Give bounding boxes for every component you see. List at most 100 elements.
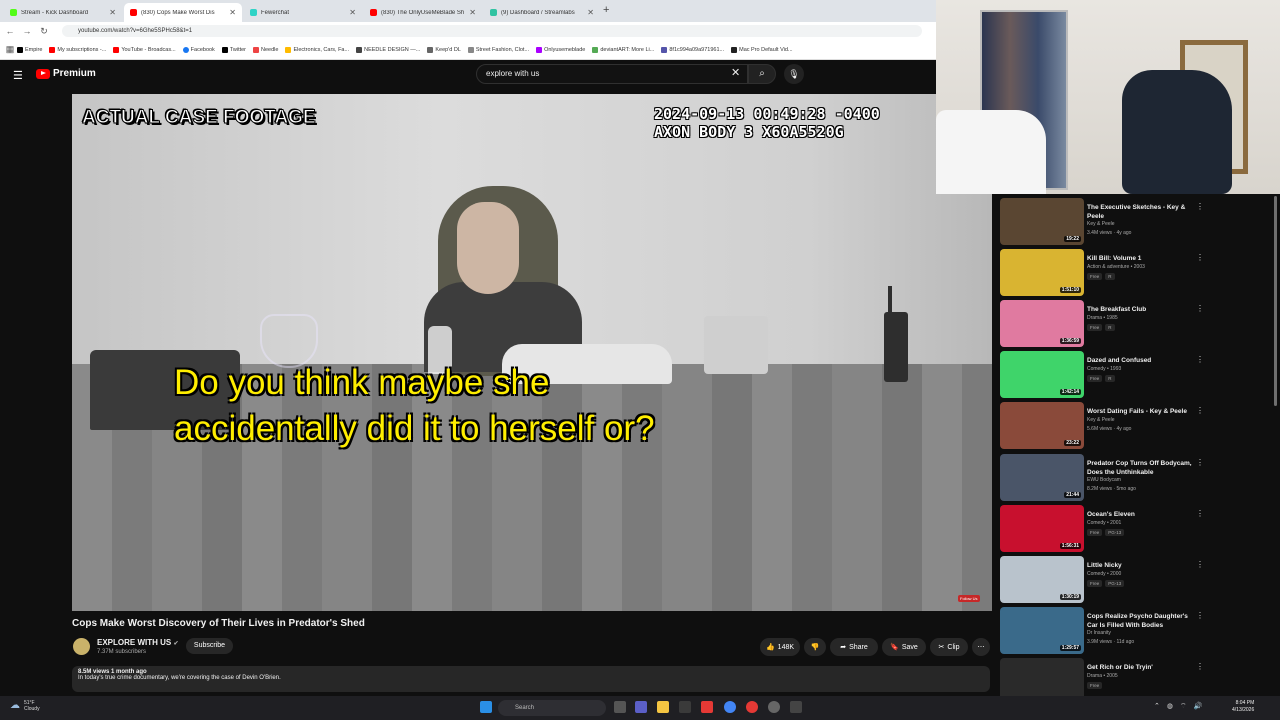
more-options-icon[interactable]: ⋮ <box>1196 509 1204 518</box>
store-icon[interactable] <box>679 701 691 713</box>
hamburger-menu-icon[interactable]: ☰ <box>13 69 23 82</box>
bookmark[interactable]: deviantART: More Li... <box>592 46 654 53</box>
video-player[interactable]: ACTUAL CASE FOOTAGE 2024-09-13 00:49:28 … <box>72 94 992 611</box>
bookmark[interactable]: Needle <box>253 46 278 53</box>
recommendation-stats: 5.6M views · 4y ago <box>1087 426 1132 432</box>
bookmark[interactable]: Empire <box>17 46 42 53</box>
recommendation-item[interactable]: 23:22 Worst Dating Fails - Key & Peele K… <box>1000 402 1270 452</box>
recommendation-title: Worst Dating Fails - Key & Peele <box>1087 408 1187 415</box>
thumbs-down-icon: 👎 <box>810 644 820 651</box>
rating-badge: R <box>1105 324 1115 331</box>
recommendation-item[interactable]: 1:36:59 The Breakfast Club Drama • 1985 … <box>1000 300 1270 350</box>
start-menu-icon[interactable] <box>480 701 492 713</box>
forward-icon[interactable]: → <box>20 26 34 36</box>
tab-fewerchat[interactable]: Fewerchat ✕ <box>244 3 362 22</box>
youtube-header: ☰ Premium explore with us ✕ ⌕ 🎙 <box>0 60 992 90</box>
close-icon[interactable]: ✕ <box>349 8 356 17</box>
bookmark[interactable]: Mac Pro Default Vid... <box>731 46 793 53</box>
recommendation-item[interactable]: 1:56:31 Ocean's Eleven Comedy • 2001 Fre… <box>1000 505 1270 555</box>
network-icon[interactable]: ◍ <box>1167 702 1173 711</box>
recommendation-item[interactable]: 1:42:14 Dazed and Confused Comedy • 1993… <box>1000 351 1270 401</box>
voice-search-button[interactable]: 🎙 <box>784 64 804 84</box>
bookmark[interactable]: Twitter <box>221 46 246 53</box>
clip-button[interactable]: ✂ Clip <box>930 638 968 656</box>
channel-avatar[interactable] <box>73 638 90 655</box>
wifi-icon[interactable]: ⌔ <box>1180 702 1187 711</box>
share-icon: ➦ <box>840 644 847 651</box>
app-icon[interactable] <box>790 701 802 713</box>
bookmark[interactable]: NEEDLE DESIGN —... <box>356 46 420 53</box>
youtube-play-icon <box>36 68 50 79</box>
close-icon[interactable]: ✕ <box>229 8 236 17</box>
bookmark[interactable]: Onlyusemeblade <box>536 46 585 53</box>
tab-youtube-video[interactable]: (830) Cops Make Worst Dis ✕ <box>124 3 242 22</box>
bookmark[interactable]: YouTube - Broadcas... <box>113 46 176 53</box>
subscribe-button[interactable]: Subscribe <box>186 638 233 654</box>
reload-icon[interactable]: ↻ <box>37 26 51 37</box>
more-options-icon[interactable]: ⋮ <box>1196 662 1204 671</box>
dislike-button[interactable]: 👎 <box>804 638 826 656</box>
more-options-icon[interactable]: ⋮ <box>1196 611 1204 620</box>
bookmark[interactable]: Facebook <box>182 46 215 53</box>
app-icon[interactable] <box>768 701 780 713</box>
more-options-icon[interactable]: ⋮ <box>1196 355 1204 364</box>
tab-kick-dashboard[interactable]: Stream - Kick Dashboard ✕ <box>4 3 122 22</box>
tab-streamlabs[interactable]: (9) Dashboard / Streamlabs ✕ <box>484 3 600 22</box>
webcam-bed <box>936 110 1046 194</box>
video-title: Cops Make Worst Discovery of Their Lives… <box>72 618 365 629</box>
more-options-icon[interactable]: ⋮ <box>1196 253 1204 262</box>
more-options-icon[interactable]: ⋮ <box>1196 458 1204 467</box>
more-options-icon[interactable]: ⋮ <box>1196 406 1204 415</box>
close-icon[interactable]: ✕ <box>587 8 594 17</box>
clear-search-icon[interactable]: ✕ <box>731 66 740 79</box>
channel-name[interactable]: EXPLORE WITH US ✔ <box>97 638 179 647</box>
webcam-overlay <box>936 0 1280 194</box>
url-field[interactable]: youtube.com/watch?v=6Ghe5SPHc58&t=1 <box>62 25 922 37</box>
taskbar-clock[interactable]: 8:04 PM 4/13/2026 <box>1232 700 1254 714</box>
description-box[interactable]: 8.5M views 1 month ago In today's true c… <box>72 666 990 692</box>
scrollbar-thumb[interactable] <box>1274 196 1277 406</box>
app-icon[interactable] <box>701 701 713 713</box>
close-icon[interactable]: ✕ <box>469 8 476 17</box>
task-view-icon[interactable] <box>614 701 626 713</box>
recommendation-item[interactable]: 1:29:57 Cops Realize Psycho Daughter's C… <box>1000 607 1270 657</box>
taskbar-search[interactable]: Search <box>498 700 606 716</box>
more-options-icon[interactable]: ⋮ <box>1196 202 1204 211</box>
tab-youtube-blade[interactable]: (830) The OnlyUseMeBlade Sh ✕ <box>364 3 482 22</box>
recommendation-title: The Executive Sketches - Key & Peele <box>1087 204 1186 220</box>
bookmark[interactable]: 8f1c994a09a971961... <box>661 46 724 53</box>
chrome-icon[interactable] <box>724 701 736 713</box>
recommendation-item[interactable]: 21:44 Predator Cop Turns Off Bodycam, Do… <box>1000 454 1270 504</box>
file-explorer-icon[interactable] <box>657 701 669 713</box>
chat-icon <box>250 9 257 16</box>
back-icon[interactable]: ← <box>3 26 17 36</box>
bookmark[interactable]: Keep'd DL <box>427 46 461 53</box>
scissors-icon: ✂ <box>938 644 945 651</box>
more-options-icon[interactable]: ⋮ <box>1196 560 1204 569</box>
bookmark[interactable]: Street Fashion, Clot... <box>467 46 529 53</box>
teams-icon[interactable] <box>635 701 647 713</box>
share-button[interactable]: ➦ Share <box>830 638 878 656</box>
recommendation-item[interactable]: 1:51:10 Kill Bill: Volume 1 Action & adv… <box>1000 249 1270 299</box>
youtube-premium-logo[interactable]: Premium <box>36 68 96 79</box>
recommendation-item[interactable]: 19:22 The Executive Sketches - Key & Pee… <box>1000 198 1270 248</box>
volume-icon[interactable]: 🔊 <box>1194 702 1203 711</box>
more-actions-button[interactable]: ⋯ <box>972 638 990 656</box>
new-tab-button[interactable]: + <box>603 4 609 16</box>
search-input[interactable]: explore with us <box>476 64 748 84</box>
like-button[interactable]: 👍 148K <box>760 638 800 656</box>
apps-icon[interactable]: ▦ <box>3 44 17 55</box>
bookmark[interactable]: Electronics, Cars, Fa... <box>285 46 349 53</box>
close-icon[interactable]: ✕ <box>109 8 116 17</box>
obs-icon[interactable] <box>746 701 758 713</box>
chevron-up-icon[interactable]: ⌃ <box>1154 702 1160 711</box>
save-button[interactable]: 🔖 Save <box>882 638 926 656</box>
webcam-gaming-chair <box>1122 70 1232 194</box>
weather-widget[interactable]: ☁ 51°F Cloudy <box>10 700 40 712</box>
follow-badge[interactable]: Follow Us <box>958 595 980 602</box>
recommendation-item[interactable]: Get Rich or Die Tryin' Drama • 2005 Free… <box>1000 658 1270 696</box>
search-button[interactable]: ⌕ <box>748 64 776 84</box>
more-options-icon[interactable]: ⋮ <box>1196 304 1204 313</box>
recommendation-item[interactable]: 1:30:19 Little Nicky Comedy • 2000 Free P… <box>1000 556 1270 606</box>
bookmark[interactable]: My subscriptions -... <box>49 46 106 53</box>
